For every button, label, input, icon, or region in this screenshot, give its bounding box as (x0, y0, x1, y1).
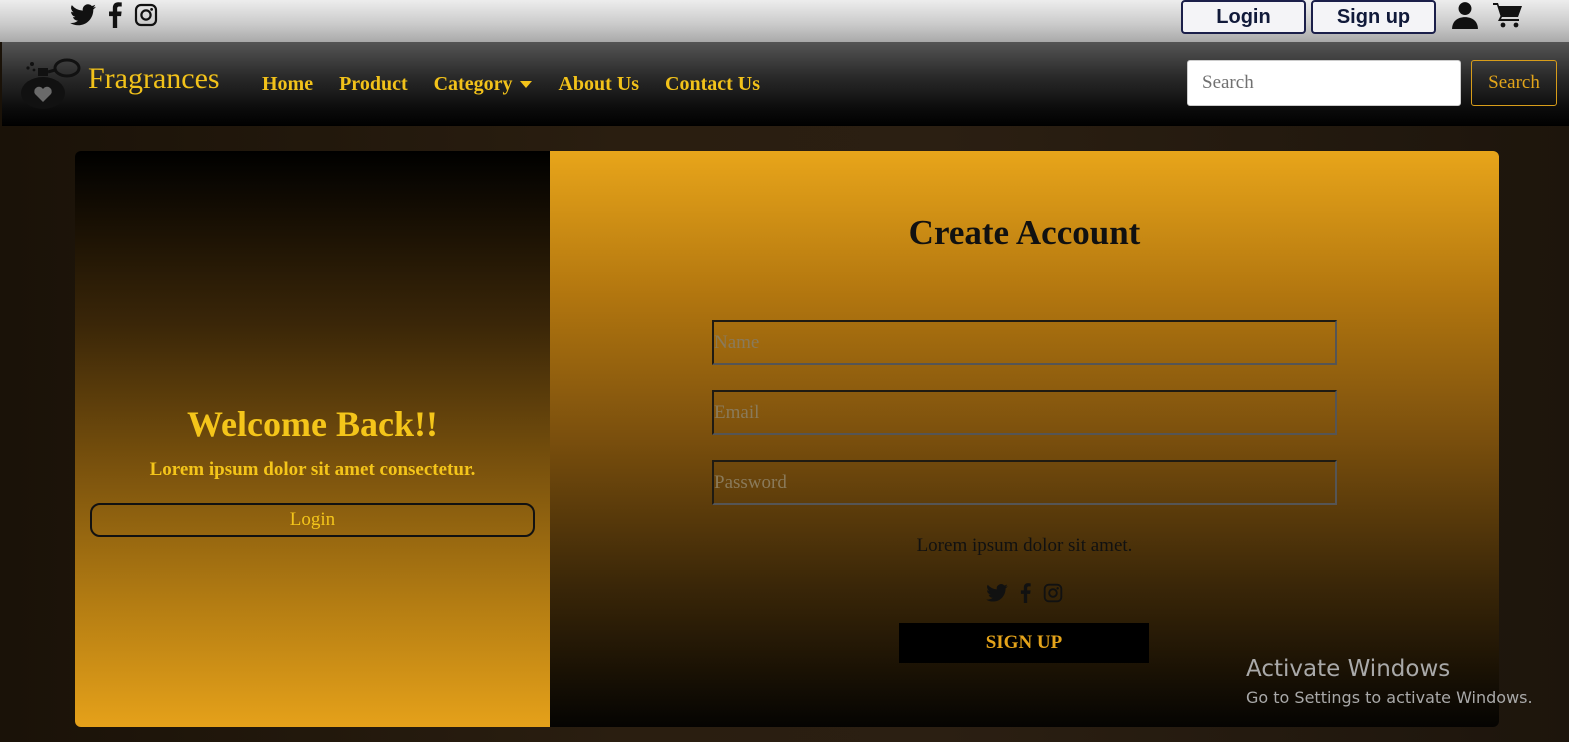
watermark-subtitle: Go to Settings to activate Windows. (1246, 688, 1533, 707)
activate-windows-watermark: Activate Windows Go to Settings to activ… (1246, 656, 1533, 707)
facebook-icon[interactable] (1020, 583, 1031, 608)
top-social-links (70, 2, 158, 28)
user-icon[interactable] (1452, 1, 1478, 34)
email-field[interactable] (712, 390, 1337, 435)
perfume-bottle-icon[interactable] (18, 58, 82, 115)
welcome-panel: Welcome Back!! Lorem ipsum dolor sit ame… (75, 151, 550, 727)
nav-product[interactable]: Product (339, 73, 408, 96)
signup-social-links (986, 583, 1063, 608)
create-account-panel: Create Account Lorem ipsum dolor sit ame… (550, 151, 1499, 727)
navbar: Fragrances Home Product Category About U… (2, 42, 1569, 126)
search-button[interactable]: Search (1471, 60, 1557, 106)
search-input[interactable] (1187, 60, 1461, 106)
brand-name[interactable]: Fragrances (88, 62, 220, 96)
nav-links: Home Product Category About Us Contact U… (262, 73, 760, 96)
top-signup-button[interactable]: Sign up (1311, 0, 1436, 34)
nav-about-us[interactable]: About Us (558, 73, 639, 96)
instagram-icon[interactable] (134, 3, 158, 27)
nav-category-dropdown[interactable]: Category (434, 73, 533, 96)
signup-button[interactable]: SIGN UP (899, 623, 1149, 663)
create-account-title: Create Account (908, 213, 1141, 252)
twitter-icon[interactable] (70, 4, 96, 26)
instagram-icon[interactable] (1043, 583, 1063, 608)
nav-contact-us[interactable]: Contact Us (665, 73, 760, 96)
panel-login-button[interactable]: Login (90, 503, 535, 537)
welcome-title: Welcome Back!! (187, 404, 438, 444)
name-field[interactable] (712, 320, 1337, 365)
nav-category-label: Category (433, 73, 513, 95)
nav-home[interactable]: Home (262, 73, 313, 96)
caret-down-icon (520, 81, 533, 88)
create-account-text: Lorem ipsum dolor sit amet. (916, 535, 1133, 556)
top-bar: Login Sign up (0, 0, 1569, 42)
facebook-icon[interactable] (108, 2, 122, 28)
twitter-icon[interactable] (986, 584, 1008, 607)
watermark-title: Activate Windows (1246, 656, 1451, 682)
welcome-subtitle: Lorem ipsum dolor sit amet consectetur. (149, 459, 476, 480)
cart-icon[interactable] (1493, 2, 1523, 33)
top-login-button[interactable]: Login (1181, 0, 1306, 34)
password-field[interactable] (712, 460, 1337, 505)
